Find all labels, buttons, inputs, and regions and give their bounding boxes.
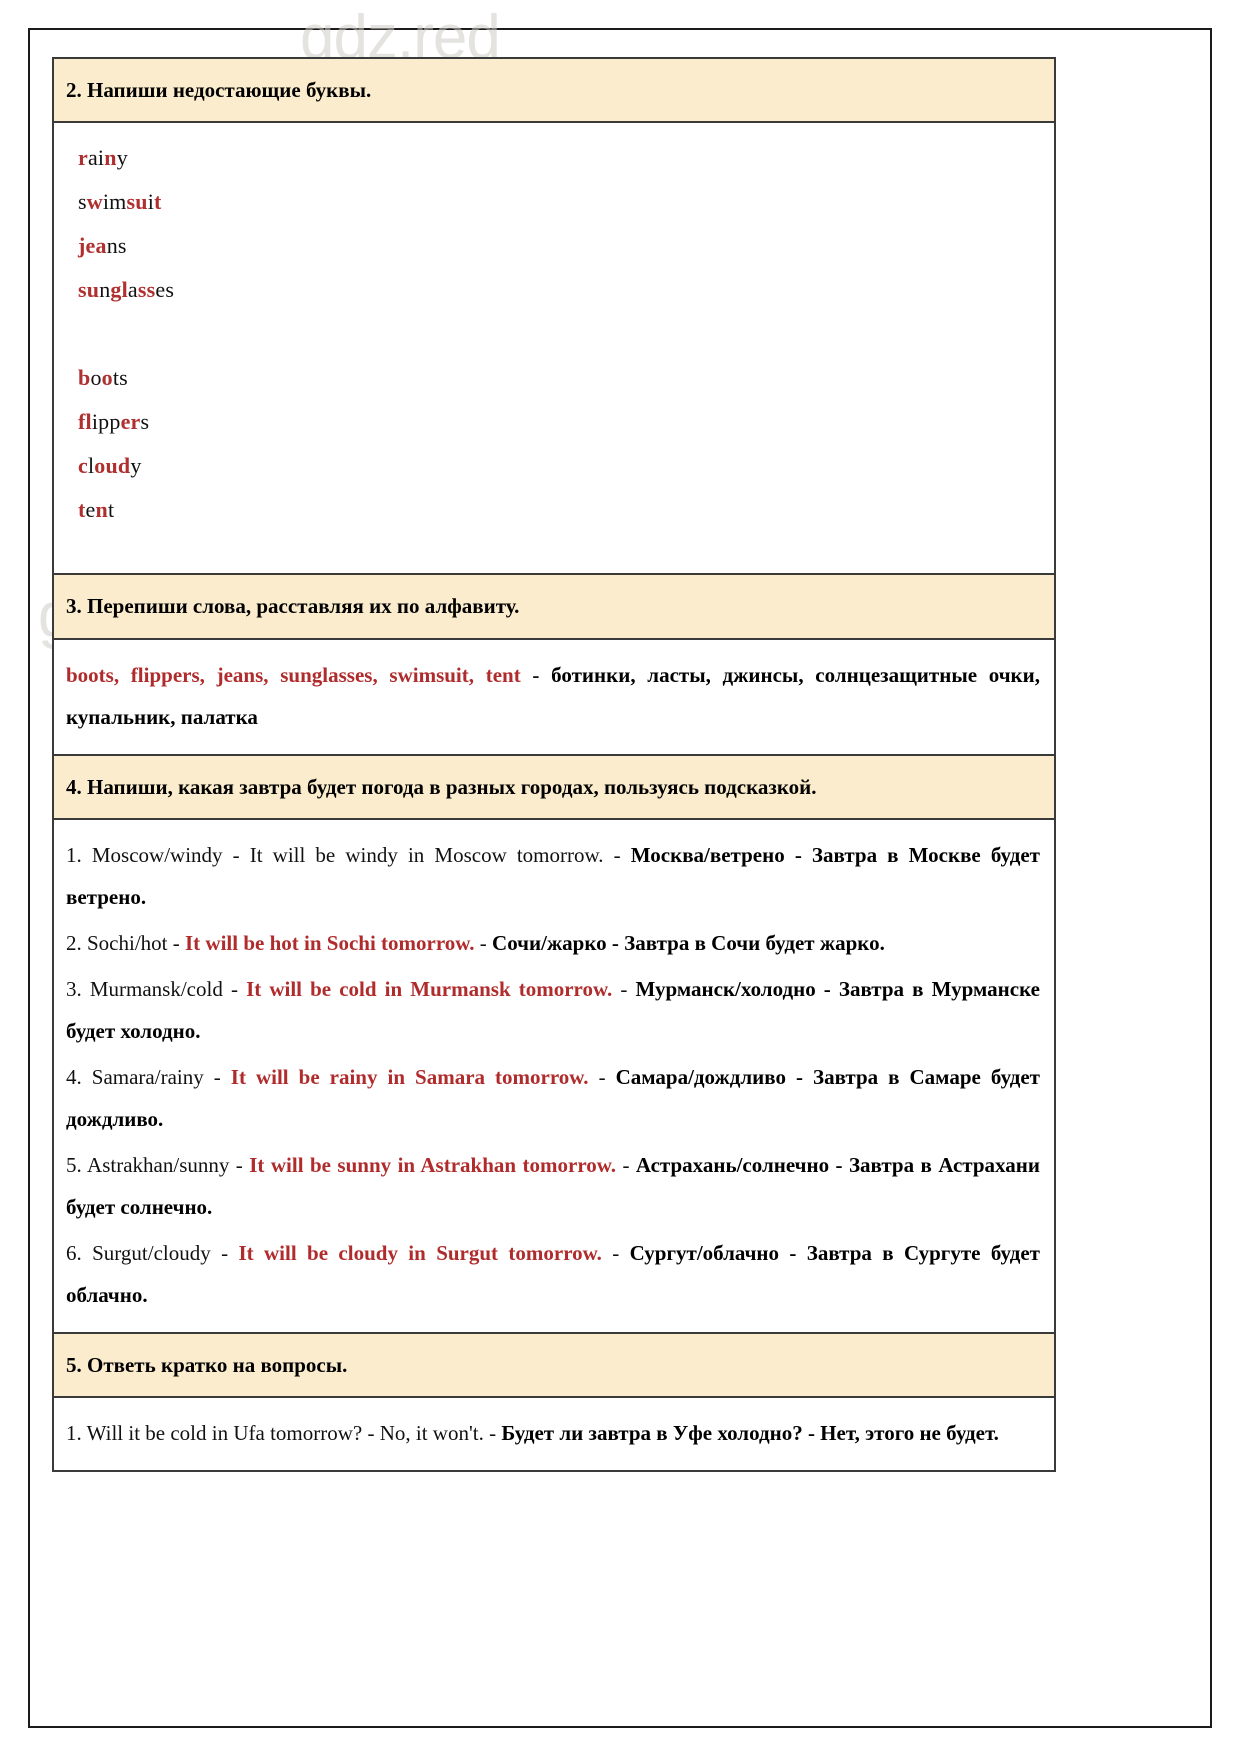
- given-letters: s: [78, 189, 87, 215]
- item-answer-english: It will be cold in Murmansk tomorrow.: [246, 976, 613, 1001]
- item-number: 3.: [66, 976, 90, 1001]
- given-letters: s: [140, 409, 150, 435]
- task-5-heading: 5. Ответь кратко на вопросы.: [54, 1333, 1054, 1398]
- item-answer-russian: Сочи/жарко - Завтра в Сочи будет жарко.: [492, 930, 885, 955]
- answer-item: 4. Samara/rainy - It will be rainy in Sa…: [66, 1056, 1040, 1140]
- missing-letters: su: [126, 189, 148, 215]
- item-separator: -: [483, 1421, 502, 1445]
- missing-letters: r: [78, 145, 88, 171]
- item-prompt: Murmansk/cold -: [89, 976, 247, 1001]
- item-prompt: Sochi/hot -: [87, 930, 185, 955]
- answer-item: 1. Moscow/windy - It will be windy in Mo…: [66, 834, 1040, 918]
- task-3-heading: 3. Перепиши слова, расставляя их по алфа…: [54, 575, 1054, 640]
- item-number: 4.: [66, 1064, 92, 1089]
- missing-letters: er: [120, 409, 141, 435]
- word-entry: swimsuit: [78, 191, 1028, 235]
- item-answer-english: It will be hot in Sochi tomorrow.: [185, 930, 475, 955]
- missing-letters: w: [86, 189, 103, 215]
- word-entry: jeans: [78, 235, 1028, 279]
- answer-item: 6. Surgut/cloudy - It will be cloudy in …: [66, 1232, 1040, 1316]
- given-letters: ai: [87, 145, 105, 171]
- missing-letters: b: [78, 365, 91, 391]
- given-letters: es: [155, 277, 175, 303]
- word-list-spacer: [78, 323, 1028, 367]
- given-letters: ts: [112, 365, 128, 391]
- task-4-heading: 4. Напиши, какая завтра будет погода в р…: [54, 755, 1054, 820]
- item-separator: -: [601, 1240, 630, 1265]
- word-entry: tent: [78, 499, 1028, 543]
- task-5-body: 1. Will it be cold in Ufa tomorrow? - No…: [54, 1398, 1054, 1470]
- item-prompt: Moscow/windy -: [91, 842, 250, 867]
- task-2-body: rainy swimsuit jeans sunglasses boots flipper…: [54, 123, 1054, 576]
- task-3-body: boots, flippers, jeans, sunglasses, swim…: [54, 639, 1054, 756]
- item-number: 1.: [66, 842, 92, 867]
- answer-item: 3. Murmansk/cold - It will be cold in Mu…: [66, 968, 1040, 1052]
- item-prompt: Samara/rainy -: [91, 1064, 231, 1089]
- item-answer-english: It will be windy in Moscow tomorrow.: [249, 842, 604, 867]
- task-3-answer: boots, flippers, jeans, sunglasses, swim…: [66, 654, 1040, 738]
- item-prompt: Will it be cold in Ufa tomorrow? -: [86, 1421, 380, 1445]
- item-number: 1.: [66, 1421, 87, 1445]
- missing-letters: o: [101, 365, 113, 391]
- item-number: 6.: [66, 1240, 93, 1265]
- item-prompt: Surgut/cloudy -: [92, 1240, 239, 1265]
- missing-letters: gl: [110, 277, 128, 303]
- item-answer-english: No, it won't.: [379, 1421, 484, 1445]
- item-prompt: Astrakhan/sunny -: [87, 1152, 250, 1177]
- item-number: 5.: [66, 1152, 88, 1177]
- missing-letters: c: [78, 453, 88, 479]
- word-entry: flippers: [78, 411, 1028, 455]
- answer-item: 1. Will it be cold in Ufa tomorrow? - No…: [66, 1412, 1040, 1454]
- word-entry: rainy: [78, 147, 1028, 191]
- missing-letters: n: [95, 497, 108, 523]
- given-letters: t: [107, 497, 115, 523]
- word-entry: boots: [78, 367, 1028, 411]
- given-letters: ns: [106, 233, 127, 259]
- task-2-heading: 2. Напиши недостающие буквы.: [54, 59, 1054, 124]
- missing-letters: ss: [137, 277, 156, 303]
- given-letters: im: [102, 189, 127, 215]
- missing-letters: n: [104, 145, 117, 171]
- given-letters: ipp: [91, 409, 121, 435]
- item-number: 2.: [66, 930, 87, 955]
- missing-letters: d: [117, 453, 131, 479]
- missing-letters: je: [78, 233, 96, 259]
- given-letters: e: [85, 497, 96, 523]
- item-separator: -: [612, 976, 636, 1001]
- missing-letters: fl: [78, 409, 92, 435]
- answer-item: 5. Astrakhan/sunny - It will be sunny in…: [66, 1144, 1040, 1228]
- item-answer-russian: Будет ли завтра в Уфе холодно? - Нет, эт…: [501, 1421, 999, 1445]
- word-entry: cloudy: [78, 455, 1028, 499]
- item-separator: -: [474, 930, 493, 955]
- missing-letters: a: [95, 233, 107, 259]
- item-separator: -: [616, 1152, 636, 1177]
- missing-letters: ou: [94, 453, 118, 479]
- task-3-answer-separator: -: [520, 662, 552, 687]
- item-answer-english: It will be rainy in Samara tomorrow.: [230, 1064, 589, 1089]
- task-4-body: 1. Moscow/windy - It will be windy in Mo…: [54, 819, 1054, 1334]
- item-answer-english: It will be sunny in Astrakhan tomorrow.: [249, 1152, 617, 1177]
- task-2-word-list: rainy swimsuit jeans sunglasses boots flipper…: [66, 137, 1040, 557]
- answer-item: 2. Sochi/hot - It will be hot in Sochi t…: [66, 922, 1040, 964]
- missing-letters: t: [154, 189, 162, 215]
- worksheet-table: 2. Напиши недостающие буквы. rainy swimsu…: [52, 57, 1056, 1472]
- given-letters: a: [127, 277, 138, 303]
- item-separator: -: [588, 1064, 616, 1089]
- task-3-answer-english: boots, flippers, jeans, sunglasses, swim…: [66, 662, 521, 687]
- item-answer-english: It will be cloudy in Surgut tomorrow.: [238, 1240, 602, 1265]
- word-entry: sunglasses: [78, 279, 1028, 323]
- missing-letters: su: [78, 277, 100, 303]
- given-letters: n: [99, 277, 111, 303]
- given-letters: y: [130, 453, 142, 479]
- missing-letters: t: [78, 497, 86, 523]
- given-letters: y: [116, 145, 128, 171]
- given-letters: o: [90, 365, 102, 391]
- item-separator: -: [603, 842, 631, 867]
